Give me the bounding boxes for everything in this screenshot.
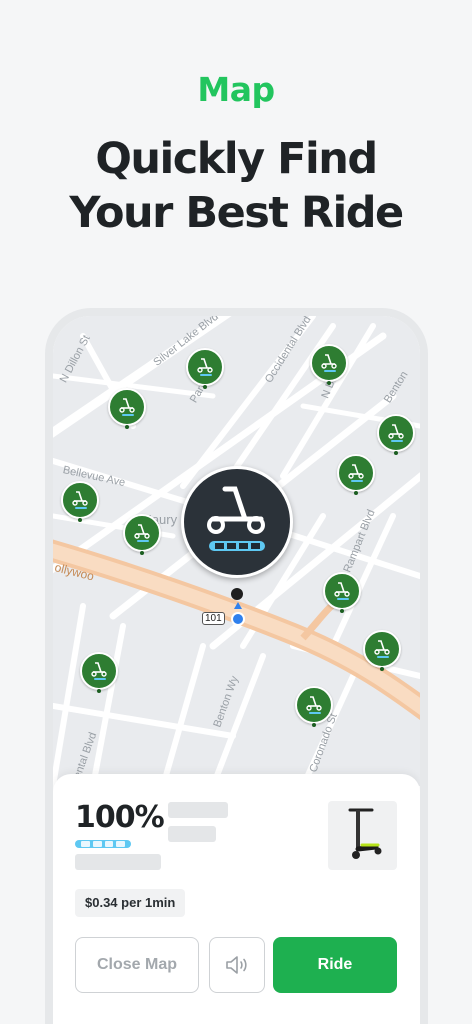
heading-arrow-icon [234, 602, 242, 609]
scooter-icon [374, 640, 390, 658]
placeholder-text [168, 802, 228, 818]
section-eyebrow: Map [197, 70, 275, 109]
vehicle-details-sheet: 100% $0.34 per 1min Close Map Ride [53, 774, 420, 1024]
scooter-pin[interactable] [363, 630, 401, 676]
scooter-icon [72, 491, 88, 509]
scooter-pin[interactable] [337, 454, 375, 500]
scooter-pin[interactable] [310, 344, 348, 390]
phone-frame: N Dillon St Silver Lake Blvd Occidental … [45, 308, 428, 1024]
scooter-pin[interactable] [295, 686, 333, 732]
battery-percent: 100% [75, 800, 165, 835]
highway-shield: 101 [202, 612, 225, 625]
scooter-icon [207, 486, 265, 551]
scooter-pin[interactable] [80, 652, 118, 698]
headline-line-1: Quickly Find [95, 134, 378, 184]
price-badge: $0.34 per 1min [75, 889, 186, 917]
selected-scooter-pin[interactable] [181, 466, 293, 578]
scooter-icon [306, 696, 322, 714]
scooter-pin[interactable] [186, 348, 224, 394]
scooter-icon [334, 582, 350, 600]
scooter-icon [197, 358, 213, 376]
scooter-icon [348, 464, 364, 482]
scooter-pin[interactable] [123, 514, 161, 560]
speaker-icon [226, 956, 247, 974]
scooter-icon [91, 662, 107, 680]
placeholder-text [168, 826, 216, 842]
scooter-pin[interactable] [323, 572, 361, 618]
battery-level-bar [75, 840, 131, 848]
headline: Quickly Find Your Best Ride [0, 132, 472, 240]
scooter-icon [119, 398, 135, 416]
scooter-pin[interactable] [377, 414, 415, 460]
scooter-image-icon [348, 808, 382, 859]
scooter-icon [388, 424, 404, 442]
scooter-icon [321, 354, 337, 372]
ride-button[interactable]: Ride [273, 937, 397, 993]
headline-line-2: Your Best Ride [69, 188, 404, 238]
ring-scooter-button[interactable] [209, 937, 265, 993]
scooter-thumbnail [328, 801, 397, 870]
scooter-icon [134, 524, 150, 542]
map-view[interactable]: N Dillon St Silver Lake Blvd Occidental … [53, 316, 420, 786]
selected-pin-anchor [231, 588, 243, 600]
close-map-button[interactable]: Close Map [75, 937, 199, 993]
user-location-dot [231, 612, 245, 626]
placeholder-text [75, 854, 161, 870]
scooter-pin[interactable] [108, 388, 146, 434]
scooter-pin[interactable] [61, 481, 99, 527]
